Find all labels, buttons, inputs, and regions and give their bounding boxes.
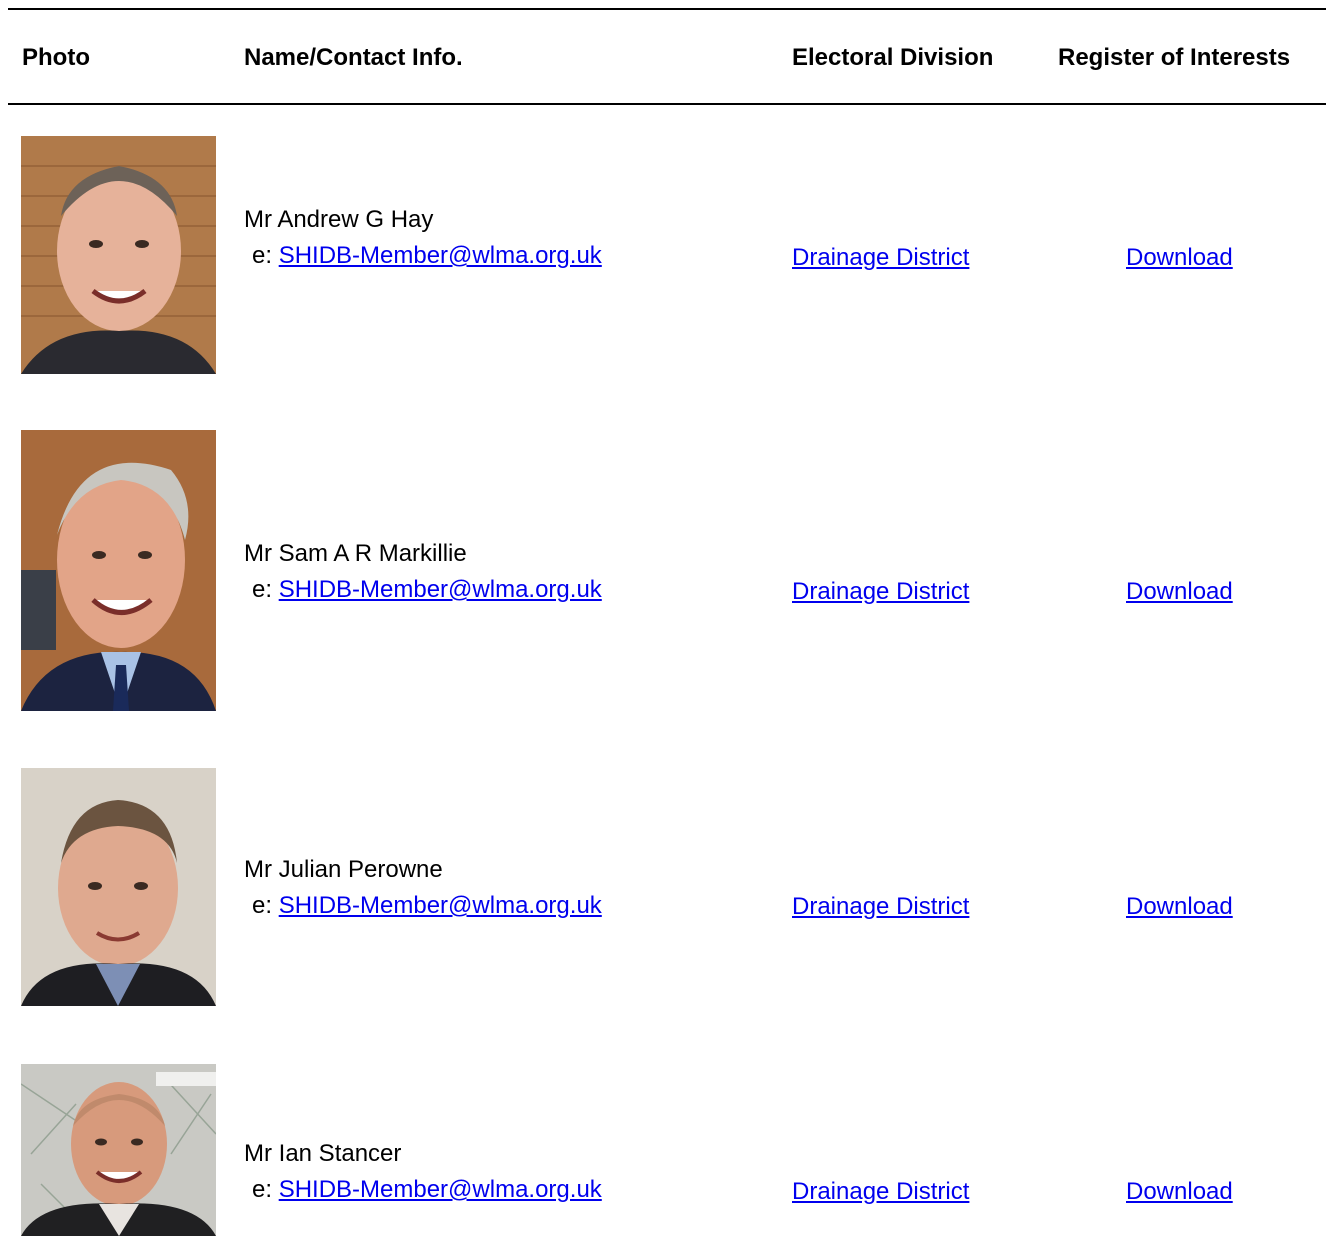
member-name: Mr Sam A R Markillie — [244, 540, 467, 567]
drainage-district-link[interactable]: Drainage District — [792, 893, 969, 920]
header-name-contact: Name/Contact Info. — [244, 44, 463, 71]
register-cell: Download — [1126, 892, 1233, 922]
member-name: Mr Ian Stancer — [244, 1140, 402, 1167]
drainage-district-link[interactable]: Drainage District — [792, 244, 969, 271]
register-cell: Download — [1126, 243, 1233, 273]
member-email-link[interactable]: SHIDB-Member@wlma.org.uk — [279, 242, 602, 269]
drainage-district-link[interactable]: Drainage District — [792, 578, 969, 605]
member-photo — [21, 136, 216, 374]
division-cell: Drainage District — [792, 1177, 969, 1207]
header-bottom-rule — [8, 103, 1326, 105]
member-email-link[interactable]: SHIDB-Member@wlma.org.uk — [279, 1176, 602, 1203]
member-name: Mr Andrew G Hay — [244, 206, 434, 233]
division-cell: Drainage District — [792, 892, 969, 922]
download-link[interactable]: Download — [1126, 1178, 1233, 1205]
header-register-of-interests: Register of Interests — [1058, 44, 1291, 71]
member-name: Mr Julian Perowne — [244, 856, 443, 883]
division-cell: Drainage District — [792, 577, 969, 607]
download-link[interactable]: Download — [1126, 244, 1233, 271]
download-link[interactable]: Download — [1126, 578, 1233, 605]
email-prefix: e: — [252, 1176, 279, 1203]
register-cell: Download — [1126, 1177, 1233, 1207]
member-photo — [21, 768, 216, 1006]
member-email-link[interactable]: SHIDB-Member@wlma.org.uk — [279, 576, 602, 603]
member-photo — [21, 430, 216, 711]
member-photo — [21, 1064, 216, 1236]
member-email-line: e: SHIDB-Member@wlma.org.uk — [252, 575, 602, 605]
header-electoral-division: Electoral Division — [792, 44, 994, 71]
header-photo: Photo — [22, 44, 90, 71]
register-cell: Download — [1126, 577, 1233, 607]
email-prefix: e: — [252, 576, 279, 603]
member-email-line: e: SHIDB-Member@wlma.org.uk — [252, 891, 602, 921]
member-email-line: e: SHIDB-Member@wlma.org.uk — [252, 1175, 602, 1205]
header-top-rule — [8, 8, 1326, 10]
email-prefix: e: — [252, 892, 279, 919]
download-link[interactable]: Download — [1126, 893, 1233, 920]
drainage-district-link[interactable]: Drainage District — [792, 1178, 969, 1205]
division-cell: Drainage District — [792, 243, 969, 273]
member-email-line: e: SHIDB-Member@wlma.org.uk — [252, 241, 602, 271]
email-prefix: e: — [252, 242, 279, 269]
member-email-link[interactable]: SHIDB-Member@wlma.org.uk — [279, 892, 602, 919]
